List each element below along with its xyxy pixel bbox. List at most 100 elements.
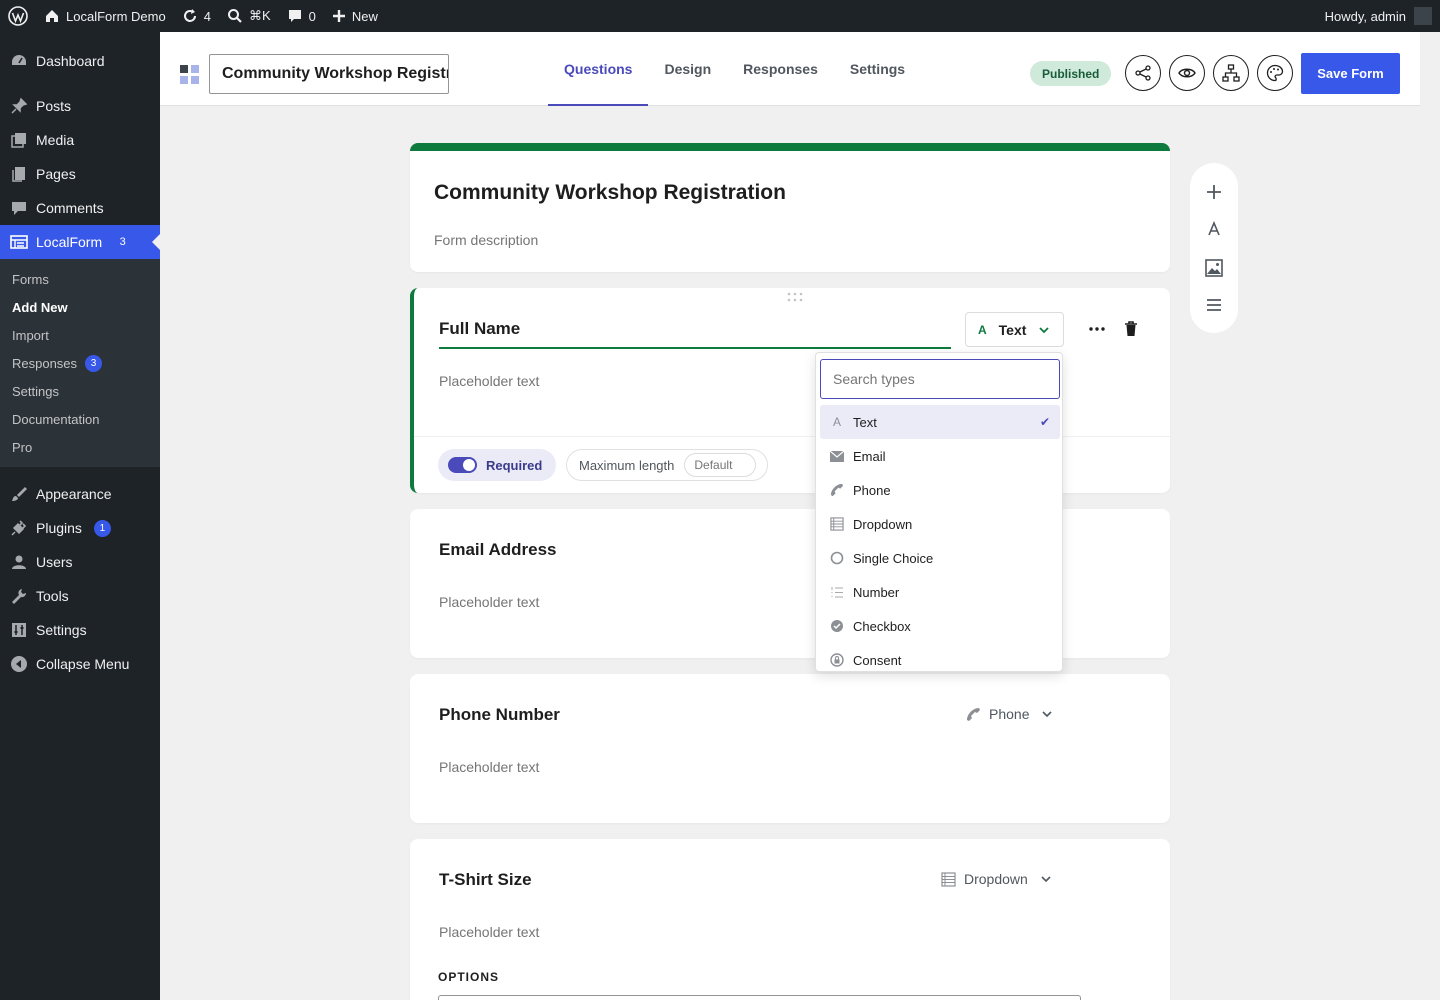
sidebar-item-pages[interactable]: Pages [0,157,160,191]
required-toggle[interactable]: Required [438,449,556,481]
question-label[interactable]: Email Address [439,540,556,560]
type-option-dropdown[interactable]: Dropdown [820,507,1060,541]
type-option-phone[interactable]: Phone [820,473,1060,507]
type-option-consent[interactable]: Consent [820,643,1060,671]
type-option-single-choice[interactable]: Single Choice [820,541,1060,575]
my-account[interactable]: Howdy, admin [1325,7,1440,25]
sidebar-item-label: Posts [36,98,72,114]
form-title-input[interactable]: Community Workshop Registr [209,54,449,94]
avatar [1414,7,1432,25]
form-header-card[interactable]: Community Workshop Registration Form des… [410,143,1170,272]
wordpress-logo-icon[interactable] [0,0,36,32]
new-content-link[interactable]: New [324,0,386,32]
submenu-item-pro[interactable]: Pro [0,433,160,461]
submenu-item-documentation[interactable]: Documentation [0,405,160,433]
more-options-button[interactable] [1088,320,1106,338]
placeholder-text[interactable]: Placeholder text [439,924,539,940]
add-title-button[interactable] [1206,221,1222,237]
wrench-icon [10,587,28,605]
question-card-tshirt-size[interactable]: T-Shirt Size Dropdown Placeholder text O… [410,839,1170,1000]
text-type-icon: A [978,322,987,337]
sidebar-item-media[interactable]: Media [0,123,160,157]
sidebar-item-label: Comments [36,200,104,216]
eye-icon [1178,68,1196,78]
lock-icon [830,653,844,667]
form-description-input[interactable]: Form description [434,232,538,248]
sitemap-icon [1222,64,1240,82]
media-icon [10,131,28,149]
sidebar-item-settings[interactable]: Settings [0,613,160,647]
add-question-button[interactable] [1206,184,1222,200]
sidebar-item-posts[interactable]: Posts [0,89,160,123]
sidebar-item-collapse[interactable]: Collapse Menu [0,647,160,681]
delete-question-button[interactable] [1123,320,1139,337]
type-option-label: Phone [853,482,891,498]
question-label[interactable]: Phone Number [439,705,560,725]
search-link[interactable]: ⌘K [219,0,279,32]
submenu-item-forms[interactable]: Forms [0,265,160,293]
admin-sidebar: Dashboard Posts Media Pages Comments Loc… [0,32,160,1000]
sidebar-item-users[interactable]: Users [0,545,160,579]
question-type-select[interactable]: A Text [965,312,1064,347]
maximum-length-setting: Maximum length Default [566,449,768,481]
app-grid-icon[interactable] [180,65,199,84]
form-title[interactable]: Community Workshop Registration [434,181,786,205]
tab-questions[interactable]: Questions [548,32,649,106]
save-form-button[interactable]: Save Form [1301,53,1400,94]
sidebar-item-label: Collapse Menu [36,656,130,672]
option-input[interactable] [438,995,1081,1000]
plus-icon [1207,184,1221,199]
question-type-select[interactable]: Phone [966,706,1053,722]
site-name-link[interactable]: LocalForm Demo [36,0,174,32]
submenu-label: Forms [12,271,49,287]
tab-design[interactable]: Design [648,32,727,106]
required-label: Required [486,457,543,473]
submenu-item-responses[interactable]: Responses 3 [0,349,160,377]
preview-button[interactable] [1169,55,1205,91]
tab-settings[interactable]: Settings [834,32,921,106]
add-section-button[interactable] [1206,298,1222,312]
placeholder-text[interactable]: Placeholder text [439,594,539,610]
chevron-down-icon [1039,326,1050,333]
sidebar-item-comments[interactable]: Comments [0,191,160,225]
share-button[interactable] [1125,55,1161,91]
plug-icon [10,519,28,537]
question-label-input[interactable]: Full Name [439,319,520,339]
submenu-label: Responses [12,355,78,371]
question-type-select[interactable]: Dropdown [941,871,1052,887]
type-option-email[interactable]: Email [820,439,1060,473]
add-image-button[interactable] [1205,258,1223,277]
sidebar-item-localform[interactable]: LocalForm 3 [0,225,160,259]
type-search-input[interactable]: Search types [820,359,1060,399]
submenu-item-import[interactable]: Import [0,321,160,349]
sidebar-item-appearance[interactable]: Appearance [0,477,160,511]
localform-count-badge: 3 [119,236,126,248]
submenu-item-settings[interactable]: Settings [0,377,160,405]
sidebar-item-plugins[interactable]: Plugins 1 [0,511,160,545]
type-option-checkbox[interactable]: Checkbox [820,609,1060,643]
structure-button[interactable] [1213,55,1249,91]
placeholder-text[interactable]: Placeholder text [439,759,539,775]
list-icon [941,871,956,887]
responses-count-badge: 3 [85,354,103,372]
theme-button[interactable] [1257,55,1293,91]
paintbrush-icon [10,485,28,503]
tab-responses[interactable]: Responses [727,32,834,106]
home-icon [46,10,58,22]
max-length-input[interactable]: Default [684,453,757,477]
toggle-switch[interactable] [448,457,477,473]
type-option-number[interactable]: Number [820,575,1060,609]
question-card-phone[interactable]: Phone Number Phone Placeholder text [410,674,1170,823]
placeholder-input[interactable]: Placeholder text [439,373,539,389]
ellipsis-icon [1089,327,1105,331]
drag-handle-icon[interactable] [786,292,804,302]
sidebar-item-tools[interactable]: Tools [0,579,160,613]
admin-bar: LocalForm Demo 4 ⌘K 0 New Howdy, admin [0,0,1440,32]
sidebar-item-dashboard[interactable]: Dashboard [0,44,160,78]
comments-link[interactable]: 0 [279,0,324,32]
updates-link[interactable]: 4 [174,0,219,32]
share-icon [1135,65,1151,81]
submenu-item-add-new[interactable]: Add New [0,293,160,321]
type-option-text[interactable]: A Text ✔ [820,405,1060,439]
question-label[interactable]: T-Shirt Size [439,870,532,890]
